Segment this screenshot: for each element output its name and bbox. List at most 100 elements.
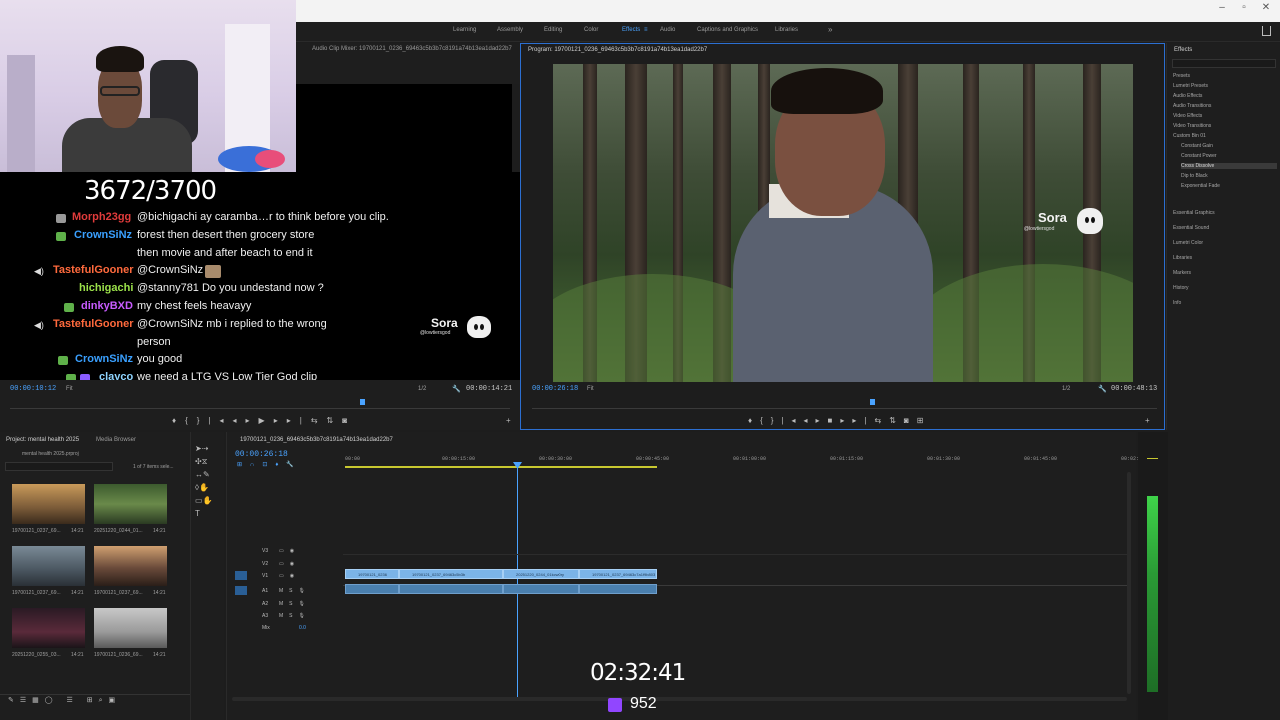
- effects-section-item[interactable]: Lumetri Color: [1173, 240, 1203, 246]
- program-transport-controls[interactable]: ♦{}|◂◂▸■▸▸|⇆⇅◙⊞: [748, 416, 931, 425]
- track-toggle-icons[interactable]: MS🎙: [279, 613, 311, 619]
- workspace-tab-learning[interactable]: Learning: [453, 27, 476, 33]
- timeline-vscrollbar[interactable]: [1127, 472, 1131, 694]
- project-footer-controls[interactable]: ✎☰▦◯ ☰ ⊞⌕▣: [8, 696, 121, 705]
- minimize-button[interactable]: –: [1212, 2, 1232, 13]
- project-thumbnail[interactable]: [94, 608, 167, 648]
- project-tab[interactable]: Project: mental health 2025: [6, 437, 79, 443]
- timeline-timecode[interactable]: 00:00:26:18: [235, 450, 288, 459]
- program-zoom-select[interactable]: 1/2: [1062, 386, 1070, 392]
- video-clip[interactable]: 20251220_0244_01kcw0ry: [503, 569, 579, 579]
- media-browser-tab[interactable]: Media Browser: [96, 437, 136, 443]
- project-search-input[interactable]: [5, 462, 113, 471]
- effects-tree-item[interactable]: Audio Effects: [1173, 93, 1277, 99]
- timeline-playhead[interactable]: [517, 462, 518, 700]
- program-playhead[interactable]: [870, 399, 875, 405]
- audio-clip[interactable]: [399, 584, 503, 594]
- effects-tree-item[interactable]: Lumetri Presets: [1173, 83, 1277, 89]
- workspace-tab-audio[interactable]: Audio: [660, 27, 675, 33]
- effects-tree-item[interactable]: Custom Bin 01: [1173, 133, 1277, 139]
- track-toggle-icons[interactable]: ▭◉: [279, 573, 300, 579]
- effects-section-item[interactable]: Essential Sound: [1173, 225, 1209, 231]
- close-button[interactable]: ✕: [1256, 2, 1276, 13]
- wrench-icon[interactable]: 🔧: [452, 385, 461, 393]
- timeline-scrollbar[interactable]: [232, 697, 1127, 701]
- source-patch-v1[interactable]: [235, 571, 247, 580]
- project-thumbnail[interactable]: [94, 484, 167, 524]
- tool-icons[interactable]: ➤⇢ ✣⧖ ↔✎ ◊✋ ▭✋ T: [195, 442, 219, 520]
- clip-name: 20251220_0244_01kcw0ry: [516, 572, 565, 577]
- track-label[interactable]: A1: [262, 588, 268, 594]
- workspace-tab-editing[interactable]: Editing: [544, 27, 562, 33]
- effects-search-input[interactable]: [1172, 59, 1276, 68]
- program-fit-select[interactable]: Fit: [587, 386, 594, 392]
- share-icon[interactable]: [1262, 26, 1271, 36]
- mix-value[interactable]: 0.0: [299, 625, 306, 631]
- effects-section-item[interactable]: Markers: [1173, 270, 1191, 276]
- workspace-tab-effects[interactable]: Effects: [622, 27, 640, 33]
- audio-clip[interactable]: [345, 584, 399, 594]
- work-area-bar[interactable]: [345, 466, 657, 468]
- ruler-tick-label: 00:00:45:00: [636, 456, 670, 462]
- project-thumbnail[interactable]: [12, 546, 85, 586]
- audio-clip[interactable]: [503, 584, 579, 594]
- watermark-brand: Sora: [1038, 210, 1067, 225]
- effects-section-item[interactable]: Essential Graphics: [1173, 210, 1215, 216]
- workspace-tab-assembly[interactable]: Assembly: [497, 27, 523, 33]
- effects-tree-item[interactable]: Dip to Black: [1181, 173, 1277, 179]
- effects-tree-item[interactable]: Video Transitions: [1173, 123, 1277, 129]
- source-timecode[interactable]: 00:00:10:12: [10, 385, 56, 393]
- effects-section-item[interactable]: Info: [1173, 300, 1181, 306]
- source-zoom-select[interactable]: 1/2: [418, 386, 426, 392]
- project-thumbnail[interactable]: [12, 608, 85, 648]
- track-label[interactable]: A2: [262, 601, 268, 607]
- track-label[interactable]: V2: [262, 561, 268, 567]
- source-fit-select[interactable]: Fit: [66, 386, 73, 392]
- source-scrub-bar[interactable]: [10, 408, 510, 409]
- video-clip[interactable]: 19700121_0236: [345, 569, 399, 579]
- track-toggle-icons[interactable]: MS🎙: [279, 601, 311, 607]
- source-add-button-icon[interactable]: +: [506, 416, 511, 425]
- track-toggle-icons[interactable]: ▭◉: [279, 548, 300, 554]
- project-thumbnail[interactable]: [12, 484, 85, 524]
- program-monitor-tab[interactable]: Program: 19700121_0236_69463c5b3b7c8191a…: [528, 47, 707, 53]
- workspace-tab-color[interactable]: Color: [584, 27, 598, 33]
- effects-tree-item[interactable]: Video Effects: [1173, 113, 1277, 119]
- track-toggle-icons[interactable]: MS🎙: [279, 588, 311, 594]
- track-label[interactable]: V1: [262, 573, 268, 579]
- source-playhead[interactable]: [360, 399, 365, 405]
- effects-section-item[interactable]: Libraries: [1173, 255, 1192, 261]
- track-label[interactable]: A3: [262, 613, 268, 619]
- project-thumbnail[interactable]: [94, 546, 167, 586]
- wrench-icon[interactable]: 🔧: [1098, 385, 1107, 393]
- timeline-tool-icons[interactable]: ⊞∩⊡♦🔧: [237, 461, 302, 468]
- effects-tree-item[interactable]: Constant Gain: [1181, 143, 1277, 149]
- workspace-tab-captions[interactable]: Captions and Graphics: [697, 27, 758, 33]
- video-clip[interactable]: 19700121_0237_69463c7a1f9b803: [579, 569, 657, 579]
- source-transport-controls[interactable]: ♦{}|◂◂▸▶▸▸|⇆⇅◙: [172, 416, 356, 425]
- program-add-button-icon[interactable]: +: [1145, 416, 1150, 425]
- audio-clip[interactable]: [579, 584, 657, 594]
- track-toggle-icons[interactable]: ▭◉: [279, 561, 300, 567]
- effects-section-item[interactable]: History: [1173, 285, 1189, 291]
- sora-logo-icon: [467, 316, 491, 338]
- workspace-menu-icon[interactable]: ≡: [644, 27, 648, 33]
- more-workspaces-icon[interactable]: »: [828, 25, 832, 34]
- effects-tree-item[interactable]: Cross Dissolve: [1181, 163, 1277, 169]
- maximize-button[interactable]: ▫: [1234, 2, 1254, 13]
- sequence-tab[interactable]: 19700121_0236_69463c5b3b7c8191a74b13ea1d…: [240, 437, 393, 443]
- effects-tree-item[interactable]: Presets: [1173, 73, 1277, 79]
- program-timecode[interactable]: 00:00:26:18: [532, 385, 578, 393]
- program-scrub-bar[interactable]: [532, 408, 1157, 409]
- effects-tree-item[interactable]: Exponential Fade: [1181, 183, 1277, 189]
- source-patch-a1[interactable]: [235, 586, 247, 595]
- track-label[interactable]: Mix: [262, 625, 270, 631]
- track-label[interactable]: V3: [262, 548, 268, 554]
- workspace-tab-libraries[interactable]: Libraries: [775, 27, 798, 33]
- effects-tree-item[interactable]: Audio Transitions: [1173, 103, 1277, 109]
- effects-tree-item[interactable]: Constant Power: [1181, 153, 1277, 159]
- meter-peak: [1147, 458, 1158, 459]
- video-clip[interactable]: 19700121_0237_69463c5b3b: [399, 569, 503, 579]
- audio-clip-mixer-tab[interactable]: Audio Clip Mixer: 19700121_0236_69463c5b…: [312, 46, 512, 52]
- ruler-tick-label: 00:00:30:00: [539, 456, 573, 462]
